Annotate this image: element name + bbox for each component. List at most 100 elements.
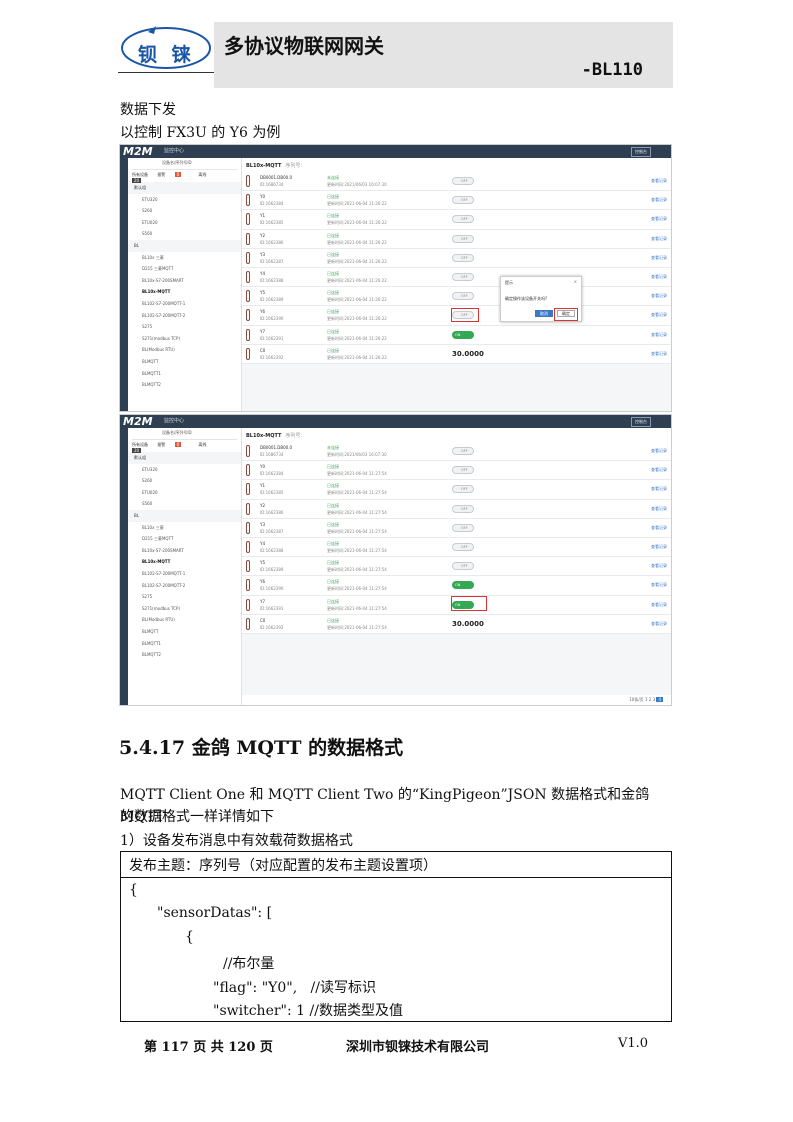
- switch-toggle[interactable]: OFF: [452, 485, 474, 494]
- tree-node[interactable]: ETU020: [128, 487, 241, 499]
- tab-alarm[interactable]: 报警 0: [157, 172, 189, 177]
- tree-node[interactable]: BL(Modbus RTU): [128, 344, 241, 356]
- tree-node[interactable]: BLMQTT: [128, 626, 241, 638]
- tree-node[interactable]: S275: [128, 321, 241, 333]
- view-records-link[interactable]: 查看记录: [651, 582, 667, 588]
- tree-node[interactable]: BL: [128, 239, 241, 252]
- view-records-link[interactable]: 查看记录: [651, 197, 667, 203]
- sensor-row: Y3 ID:1662387 已连接 更新时间:2021-06-04 11:27:54 O…: [242, 518, 671, 538]
- tree-node[interactable]: BLMQTT2: [128, 649, 241, 661]
- page-2[interactable]: 2: [649, 697, 652, 702]
- page-3[interactable]: 3: [653, 697, 656, 702]
- tree-node[interactable]: ETU020: [128, 217, 241, 229]
- switch-toggle[interactable]: OFF: [452, 253, 474, 262]
- switch-toggle[interactable]: OFF: [452, 215, 474, 224]
- tree-node[interactable]: BL: [128, 509, 241, 522]
- tab-all[interactable]: 所有设备: [132, 442, 148, 447]
- sensor-name: Y7: [260, 328, 265, 334]
- view-records-link[interactable]: 查看记录: [651, 602, 667, 608]
- close-icon[interactable]: ×: [574, 279, 577, 284]
- tree-node[interactable]: BL10x 三菱: [128, 252, 241, 264]
- tree-node[interactable]: BL10x-MQTT: [128, 286, 241, 298]
- tree-node[interactable]: BL10x-S7-200SMART: [128, 275, 241, 287]
- tree-tabs: 所有设备 报警 0 离线 20: [132, 172, 237, 183]
- switch-toggle[interactable]: OFF: [452, 292, 474, 301]
- tree-node[interactable]: BL102-S7-200MQTT-1: [128, 568, 241, 580]
- tree-node[interactable]: BL10x-MQTT: [128, 556, 241, 568]
- tab-all[interactable]: 所有设备: [132, 172, 148, 177]
- switch-toggle[interactable]: OFF: [452, 196, 474, 205]
- connection-status: 已连接: [327, 213, 339, 219]
- switch-toggle[interactable]: OFF: [452, 234, 474, 243]
- view-records-link[interactable]: 查看记录: [651, 178, 667, 184]
- switch-toggle[interactable]: OFF: [452, 523, 474, 532]
- tree-node[interactable]: S271(modbus TCP): [128, 603, 241, 615]
- view-records-link[interactable]: 查看记录: [651, 312, 667, 318]
- tree-node[interactable]: S260: [128, 475, 241, 487]
- view-records-link[interactable]: 查看记录: [651, 351, 667, 357]
- view-records-link[interactable]: 查看记录: [651, 506, 667, 512]
- switch-toggle[interactable]: OFF: [452, 562, 474, 571]
- update-time: 更新时间:2021/06/03 16:07:30: [327, 452, 387, 457]
- switch-toggle[interactable]: OFF: [452, 272, 474, 281]
- tree-node[interactable]: S271(modbus TCP): [128, 333, 241, 345]
- sensor-id: ID:1662389: [260, 567, 284, 573]
- view-records-link[interactable]: 查看记录: [651, 332, 667, 338]
- dialog-cancel-button[interactable]: 取消: [535, 310, 553, 317]
- page-size[interactable]: 10条/页: [629, 697, 643, 702]
- view-records-link[interactable]: 查看记录: [651, 563, 667, 569]
- tree-node[interactable]: 默认组: [128, 182, 241, 194]
- view-records-link[interactable]: 查看记录: [651, 293, 667, 299]
- switch-toggle[interactable]: ON: [452, 330, 474, 339]
- tree-node[interactable]: BL102-S7-200MQTT-2: [128, 310, 241, 322]
- switch-toggle[interactable]: OFF: [452, 504, 474, 513]
- tree-search[interactable]: 设备名/序列号ID: [132, 430, 237, 440]
- view-records-link[interactable]: 查看记录: [651, 274, 667, 280]
- tree-node[interactable]: BL(Modbus RTU): [128, 614, 241, 626]
- tree-node[interactable]: D215 三菱MQTT: [128, 263, 241, 275]
- sensor-row: Y0 ID:1662384 已连接 更新时间:2021-06-04 11:26:22 O…: [242, 191, 671, 211]
- sensor-id: ID:1662392: [260, 624, 284, 630]
- tree-node[interactable]: ETU320: [128, 194, 241, 206]
- switch-toggle[interactable]: ON: [452, 581, 474, 590]
- view-records-link[interactable]: 查看记录: [651, 236, 667, 242]
- tree-node[interactable]: BLMQTT1: [128, 368, 241, 380]
- sensor-id: ID:1662386: [260, 239, 284, 245]
- switch-toggle[interactable]: OFF: [452, 466, 474, 475]
- tree-node[interactable]: BL10x-S7-200SMART: [128, 545, 241, 557]
- view-records-link[interactable]: 查看记录: [651, 544, 667, 550]
- view-records-link[interactable]: 查看记录: [651, 486, 667, 492]
- page-1[interactable]: 1: [645, 697, 648, 702]
- console-button[interactable]: 控制台: [631, 417, 651, 427]
- view-records-link[interactable]: 查看记录: [651, 525, 667, 531]
- tree-node[interactable]: 默认组: [128, 452, 241, 464]
- tree-node[interactable]: BL10x 三菱: [128, 522, 241, 534]
- switch-toggle[interactable]: OFF: [452, 177, 474, 185]
- tree-node[interactable]: D215 三菱MQTT: [128, 533, 241, 545]
- tree-node[interactable]: S560: [128, 228, 241, 240]
- tree-node[interactable]: BLMQTT1: [128, 638, 241, 650]
- nav-title[interactable]: 监控中心: [164, 417, 184, 424]
- switch-toggle[interactable]: OFF: [452, 447, 474, 455]
- view-records-link[interactable]: 查看记录: [651, 255, 667, 261]
- tab-alarm[interactable]: 报警 0: [157, 442, 189, 447]
- console-button[interactable]: 控制台: [631, 147, 651, 157]
- thermometer-icon: [246, 598, 250, 611]
- tree-node[interactable]: BLMQTT: [128, 356, 241, 368]
- view-records-link[interactable]: 查看记录: [651, 216, 667, 222]
- tree-node[interactable]: BLMQTT2: [128, 379, 241, 391]
- view-records-link[interactable]: 查看记录: [651, 467, 667, 473]
- switch-toggle[interactable]: OFF: [452, 542, 474, 551]
- connection-status: 已连接: [327, 328, 339, 334]
- view-records-link[interactable]: 查看记录: [651, 621, 667, 627]
- page-current[interactable]: 4: [656, 697, 663, 702]
- view-records-link[interactable]: 查看记录: [651, 448, 667, 454]
- tree-search[interactable]: 设备名/序列号ID: [132, 160, 237, 170]
- tree-node[interactable]: BL102-S7-200MQTT-1: [128, 298, 241, 310]
- tree-node[interactable]: S275: [128, 591, 241, 603]
- tree-node[interactable]: BL102-S7-200MQTT-2: [128, 580, 241, 592]
- nav-title[interactable]: 监控中心: [164, 147, 184, 154]
- tree-node[interactable]: S560: [128, 498, 241, 510]
- tree-node[interactable]: S260: [128, 205, 241, 217]
- tree-node[interactable]: ETU320: [128, 464, 241, 476]
